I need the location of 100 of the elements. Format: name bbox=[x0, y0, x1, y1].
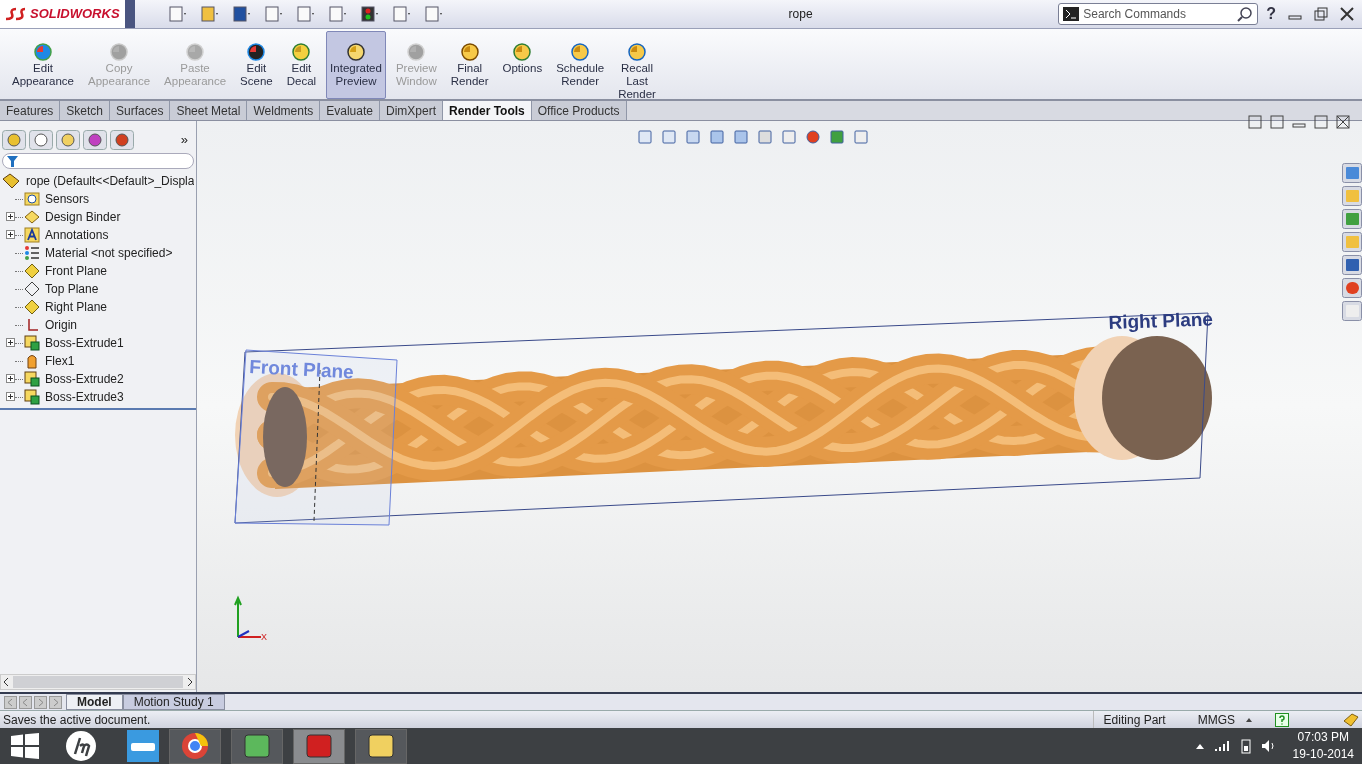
render-tool-icon bbox=[512, 42, 533, 62]
axis-triad-drawing: X bbox=[234, 595, 267, 642]
tree-item[interactable]: Right Plane bbox=[45, 298, 108, 316]
units-selector[interactable]: MMGS bbox=[1187, 710, 1245, 729]
extrude-feature-icon bbox=[24, 389, 40, 405]
extrude-feature-icon bbox=[24, 335, 40, 351]
render-tool-icon bbox=[185, 42, 206, 62]
tree-item[interactable]: Top Plane bbox=[45, 280, 99, 298]
signal-icon[interactable] bbox=[1214, 740, 1231, 752]
expand-icon[interactable] bbox=[5, 392, 15, 401]
render-tool-icon bbox=[33, 42, 53, 62]
command-tab[interactable]: Render Tools bbox=[443, 101, 532, 120]
chrome-icon bbox=[180, 731, 210, 761]
filter-field[interactable] bbox=[2, 153, 194, 169]
tree-item[interactable]: Boss-Extrude1 bbox=[45, 334, 124, 352]
horizontal-scrollbar[interactable] bbox=[0, 674, 196, 690]
annotation-icon bbox=[24, 227, 40, 243]
ribbon-button[interactable]: Edit Scene bbox=[236, 31, 277, 90]
expand-icon[interactable] bbox=[5, 230, 15, 239]
ribbon-button[interactable]: Edit Decal bbox=[282, 31, 321, 90]
command-tab[interactable]: DimXpert bbox=[379, 101, 443, 120]
new-document-icon[interactable] bbox=[167, 5, 187, 23]
command-tab[interactable]: Evaluate bbox=[320, 101, 380, 120]
traffic-light-icon[interactable] bbox=[359, 5, 379, 23]
show-hidden-icon[interactable] bbox=[1194, 742, 1205, 750]
render-tool-icon bbox=[570, 42, 591, 62]
help-icon[interactable] bbox=[1275, 712, 1289, 727]
help-button[interactable]: ? bbox=[1266, 2, 1276, 26]
render-tool-icon bbox=[109, 42, 130, 62]
tree-item[interactable]: Flex1 bbox=[45, 352, 75, 370]
close-icon[interactable] bbox=[1336, 115, 1350, 129]
search-field[interactable]: Search Commands bbox=[1058, 3, 1259, 25]
next-icon[interactable] bbox=[34, 695, 47, 709]
taskbar-button[interactable] bbox=[169, 728, 221, 764]
render-tool-icon bbox=[346, 42, 366, 62]
tree-item[interactable]: Origin bbox=[45, 316, 77, 334]
password-app-icon[interactable] bbox=[127, 730, 159, 762]
extrude-feature-icon bbox=[24, 371, 40, 387]
logo-text: SOLIDWORKS bbox=[30, 5, 120, 24]
filter-icon bbox=[7, 155, 18, 167]
tree-item[interactable]: Sensors bbox=[45, 190, 90, 208]
hp-logo-icon[interactable] bbox=[65, 730, 97, 762]
ribbon-button[interactable]: Options bbox=[498, 31, 547, 77]
volume-icon[interactable] bbox=[1260, 739, 1277, 753]
command-tab[interactable]: Office Products bbox=[531, 101, 627, 120]
last-icon[interactable] bbox=[49, 695, 62, 709]
tree-item[interactable]: Front Plane bbox=[45, 262, 108, 280]
first-icon[interactable] bbox=[4, 695, 17, 709]
plane-icon bbox=[24, 299, 40, 315]
study-tab[interactable]: Model bbox=[66, 694, 123, 710]
tree-root[interactable]: rope (Default<<Default>_Displa bbox=[26, 172, 195, 190]
command-tab[interactable]: Surfaces bbox=[110, 101, 171, 120]
close-icon[interactable] bbox=[1340, 7, 1354, 21]
tree-item[interactable]: Boss-Extrude3 bbox=[45, 388, 124, 406]
expand-icon[interactable] bbox=[5, 212, 15, 221]
file-explorer-icon bbox=[366, 731, 396, 761]
search-icon bbox=[1237, 6, 1254, 22]
ribbon-button[interactable]: Edit Appearance bbox=[8, 31, 79, 90]
command-tab[interactable]: Weldments bbox=[247, 101, 321, 120]
tree-item[interactable]: Annotations bbox=[45, 226, 109, 244]
menu-flyout-handle[interactable] bbox=[125, 0, 135, 28]
sensor-folder-icon bbox=[24, 191, 40, 207]
plane-label: Front Plane bbox=[248, 356, 355, 383]
command-prompt-icon bbox=[1063, 7, 1080, 21]
expand-icon[interactable] bbox=[5, 374, 15, 383]
expand-icon[interactable] bbox=[5, 338, 15, 347]
tree-item[interactable]: Boss-Extrude2 bbox=[45, 370, 124, 388]
ribbon-button[interactable]: Final Render bbox=[446, 31, 493, 90]
scroll-right-icon[interactable] bbox=[185, 676, 195, 688]
tree-item[interactable]: Material <not specified> bbox=[45, 244, 173, 262]
command-tab[interactable]: Features bbox=[0, 101, 61, 120]
study-tab[interactable]: Motion Study 1 bbox=[122, 694, 225, 710]
scroll-left-icon[interactable] bbox=[1, 676, 11, 688]
plane-icon bbox=[24, 281, 40, 297]
tree-item[interactable]: Design Binder bbox=[45, 208, 121, 226]
render-tool-icon bbox=[459, 42, 480, 62]
ribbon-button[interactable]: Integrated Preview bbox=[326, 31, 386, 99]
material-list-icon bbox=[24, 245, 40, 261]
command-tab[interactable]: Sketch bbox=[60, 101, 111, 120]
status-message: Saves the active document. bbox=[3, 711, 152, 729]
document-title: rope bbox=[787, 6, 813, 23]
taskbar-button[interactable] bbox=[231, 728, 283, 764]
clock[interactable]: 07:03 PM 19-10-2014 bbox=[1292, 729, 1354, 763]
render-tool-icon bbox=[627, 42, 647, 62]
render-tool-icon bbox=[291, 42, 312, 62]
more-tabs-button[interactable]: » bbox=[180, 130, 194, 150]
search-input[interactable]: Search Commands bbox=[1083, 5, 1234, 23]
plane-icon bbox=[24, 263, 40, 279]
windows-start-icon[interactable] bbox=[11, 733, 39, 759]
taskbar-button[interactable] bbox=[355, 728, 407, 764]
binder-icon bbox=[24, 209, 40, 225]
battery-icon[interactable] bbox=[1240, 738, 1251, 754]
save-icon[interactable] bbox=[231, 5, 251, 23]
render-tool-icon bbox=[246, 42, 267, 62]
command-tab[interactable]: Sheet Metal bbox=[170, 101, 248, 120]
previous-icon[interactable] bbox=[19, 695, 32, 709]
solidworks-app-icon bbox=[304, 731, 334, 761]
ribbon-button[interactable]: Schedule Render bbox=[552, 31, 609, 90]
flex-feature-icon bbox=[24, 353, 40, 369]
render-tool-icon bbox=[406, 42, 427, 62]
